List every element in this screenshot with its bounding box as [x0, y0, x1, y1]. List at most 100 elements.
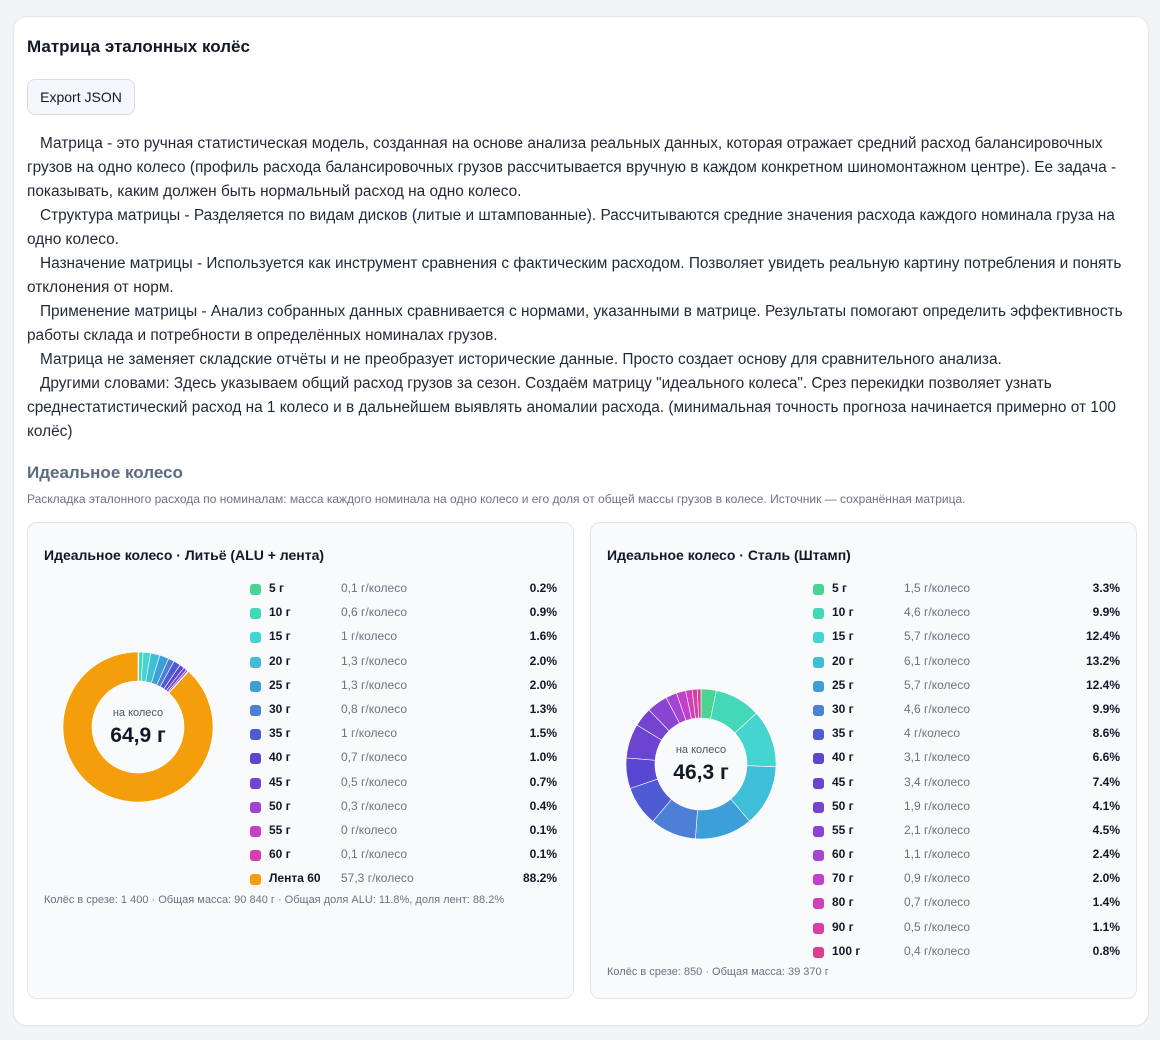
legend-row: 10 г 4,6 г/колесо 9.9%: [813, 603, 1123, 627]
legend-percent: 13.2%: [1085, 653, 1120, 668]
legend-name: 40 г: [832, 750, 854, 765]
description-paragraph: Применение матрицы - Анализ собранных да…: [27, 303, 1123, 344]
legend-swatch: [250, 801, 261, 813]
legend-mass: 1 г/колесо: [341, 629, 397, 644]
description-paragraph: Другими словами: Здесь указываем общий р…: [27, 375, 1116, 440]
legend-mass: 1,5 г/колесо: [904, 581, 971, 595]
legend-name: 40 г: [269, 750, 291, 765]
donut-center-label: на колесо: [112, 707, 164, 719]
description-paragraph: Матрица - это ручная статистическая моде…: [27, 135, 1117, 200]
legend-percent: 1.4%: [1092, 895, 1120, 910]
legend-mass: 1,3 г/колесо: [341, 653, 408, 668]
legend-percent: 4.1%: [1092, 798, 1120, 813]
legend-name: 10 г: [269, 605, 291, 620]
legend-name: 5 г: [832, 581, 848, 595]
description-paragraph: Структура матрицы - Разделяется по видам…: [27, 207, 1115, 248]
export-json-button[interactable]: Export JSON: [27, 79, 135, 115]
legend-swatch: [250, 632, 261, 644]
legend-percent: 3.3%: [1092, 581, 1120, 595]
legend-swatch: [250, 753, 261, 765]
legend-mass: 0,3 г/колесо: [341, 798, 408, 813]
legend-swatch: [813, 946, 824, 958]
page-title: Матрица эталонных колёс: [27, 37, 250, 56]
legend-name: 30 г: [269, 701, 291, 716]
legend-row: 60 г 0,1 г/колесо 0.1%: [250, 845, 560, 869]
legend-name: 100 г: [832, 943, 861, 958]
legend-mass: 0,6 г/колесо: [341, 605, 408, 620]
legend-swatch: [813, 850, 824, 862]
donut-center: на колесо 46,3 г: [626, 689, 776, 839]
legend-mass: 0,8 г/колесо: [341, 701, 408, 716]
legend-percent: 12.4%: [1085, 677, 1120, 692]
legend-percent: 4.5%: [1092, 822, 1120, 837]
legend-row: 55 г 2,1 г/колесо 4.5%: [813, 821, 1123, 845]
legend-swatch: [813, 922, 824, 934]
legend-row: 35 г 4 г/колесо 8.6%: [813, 724, 1123, 748]
legend-mass: 0,5 г/колесо: [341, 774, 408, 789]
legend-swatch: [250, 608, 261, 620]
legend-swatch: [250, 704, 261, 716]
legend-name: 70 г: [832, 871, 854, 886]
description-paragraph: Матрица не заменяет складские отчёты и н…: [40, 351, 1002, 368]
legend-row: 40 г 0,7 г/колесо 1.0%: [250, 748, 560, 772]
legend-percent: 1.1%: [1092, 919, 1120, 934]
legend-name: 25 г: [269, 677, 291, 692]
donut-center: на колесо 64,9 г: [63, 652, 213, 802]
legend-percent: 0.4%: [529, 798, 557, 813]
legend-swatch: [813, 584, 824, 595]
legend-mass: 0,4 г/колесо: [904, 943, 971, 958]
panel-footer: Колёс в срезе: 1 400 · Общая масса: 90 8…: [44, 894, 505, 906]
donut-center-label: на колесо: [675, 744, 727, 756]
legend-swatch: [813, 825, 824, 837]
legend-mass: 6,1 г/колесо: [904, 653, 971, 668]
legend-row: 25 г 1,3 г/колесо 2.0%: [250, 676, 560, 700]
legend-row: 15 г 5,7 г/колесо 12.4%: [813, 627, 1123, 651]
legend-percent: 0.1%: [529, 822, 557, 837]
legend-mass: 1,3 г/колесо: [341, 677, 408, 692]
description: Матрица - это ручная статистическая моде…: [27, 132, 1137, 444]
legend-name: 60 г: [269, 847, 291, 862]
legend-percent: 9.9%: [1092, 605, 1120, 620]
legend-mass: 3,1 г/колесо: [904, 750, 971, 765]
legend-percent: 1.3%: [529, 701, 557, 716]
chart-legend: 5 г 1,5 г/колесо 3.3% 10 г 4,6 г/колесо 9.9% 1…: [813, 579, 1123, 966]
steel-wheel-panel: Идеальное колесо · Сталь (Штамп) на коле…: [590, 522, 1137, 999]
description-paragraph: Назначение матрицы - Используется как ин…: [27, 255, 1122, 296]
legend-swatch: [250, 874, 261, 886]
legend-swatch: [813, 801, 824, 813]
legend-name: 35 г: [269, 726, 291, 741]
legend-swatch: [813, 680, 824, 692]
legend-mass: 1,9 г/колесо: [904, 798, 971, 813]
legend-row: 20 г 6,1 г/колесо 13.2%: [813, 652, 1123, 676]
legend-swatch: [813, 608, 824, 620]
legend-swatch: [813, 874, 824, 886]
legend-mass: 3,4 г/колесо: [904, 774, 971, 789]
legend-row: 55 г 0 г/колесо 0.1%: [250, 821, 560, 845]
legend-mass: 0,7 г/колесо: [341, 750, 408, 765]
alloy-donut-chart: на колесо 64,9 г: [62, 651, 214, 803]
legend-mass: 0,7 г/колесо: [904, 895, 971, 910]
legend-swatch: [813, 777, 824, 789]
legend-row: 50 г 0,3 г/колесо 0.4%: [250, 797, 560, 821]
legend-percent: 0.9%: [529, 605, 557, 620]
steel-donut-chart: на колесо 46,3 г: [625, 688, 777, 840]
ideal-wheel-caption: Раскладка эталонного расхода по номинала…: [27, 492, 966, 506]
panel-footer: Колёс в срезе: 850 · Общая масса: 39 370…: [607, 966, 829, 978]
legend-row: 70 г 0,9 г/колесо 2.0%: [813, 869, 1123, 893]
legend-swatch: [813, 656, 824, 668]
legend-swatch: [813, 753, 824, 765]
legend-swatch: [813, 729, 824, 741]
donut-center-value: 64,9 г: [110, 724, 166, 747]
chart-legend: 5 г 0,1 г/колесо 0.2% 10 г 0,6 г/колесо 0.9% 1…: [250, 579, 560, 893]
legend-swatch: [250, 850, 261, 862]
chart-title: Идеальное колесо · Сталь (Штамп): [607, 547, 851, 563]
matrix-card: Матрица эталонных колёс Export JSON Матр…: [13, 16, 1149, 1026]
legend-percent: 0.8%: [1092, 943, 1120, 958]
legend-mass: 1 г/колесо: [341, 726, 397, 741]
legend-row: 20 г 1,3 г/колесо 2.0%: [250, 652, 560, 676]
legend-row: 50 г 1,9 г/колесо 4.1%: [813, 797, 1123, 821]
legend-row: 45 г 0,5 г/колесо 0.7%: [250, 773, 560, 797]
legend-swatch: [813, 898, 824, 910]
legend-row: 60 г 1,1 г/колесо 2.4%: [813, 845, 1123, 869]
legend-percent: 88.2%: [522, 871, 557, 886]
